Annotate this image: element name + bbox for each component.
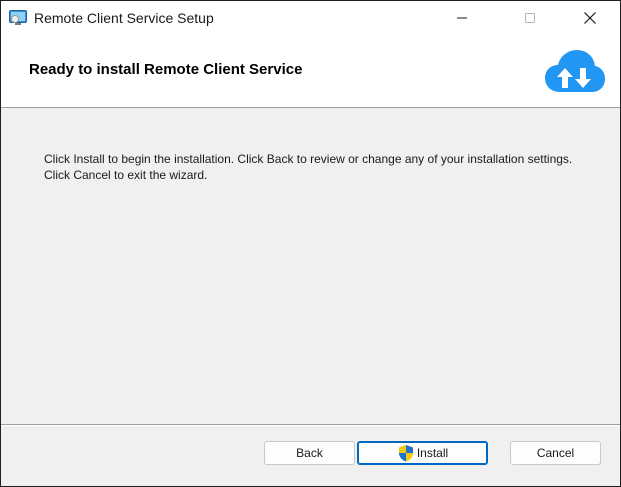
install-button-label: Install [416,446,449,460]
minimize-icon [457,17,467,19]
footer-divider-highlight [1,425,620,426]
wizard-header: Ready to install Remote Client Service [1,35,620,107]
instruction-text: Click Install to begin the installation.… [44,152,573,182]
installer-computer-icon [9,10,27,26]
maximize-button[interactable] [507,1,553,35]
maximize-icon [525,13,535,23]
cancel-button-label: Cancel [536,446,575,460]
header-divider [1,107,620,108]
minimize-button[interactable] [439,1,485,35]
page-title: Ready to install Remote Client Service [29,61,303,78]
back-button-label: Back [296,446,323,460]
close-icon [584,12,596,24]
cancel-button[interactable]: Cancel [510,441,601,465]
close-button[interactable] [567,1,613,35]
cloud-sync-arrows-icon [544,48,606,94]
back-button[interactable]: Back [264,441,355,465]
install-button[interactable]: Install [357,441,488,465]
uac-shield-icon [397,444,415,462]
window-title: Remote Client Service Setup [34,10,214,26]
title-bar[interactable]: Remote Client Service Setup [1,1,620,35]
setup-wizard-window: Remote Client Service Setup Ready to ins… [0,0,621,487]
